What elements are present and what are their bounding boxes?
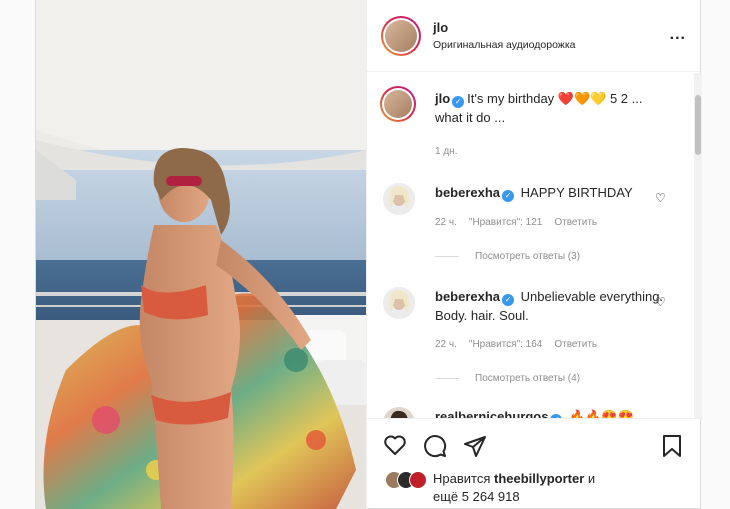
- comment-username[interactable]: realbernicehurgos: [435, 409, 548, 418]
- avatar[interactable]: [383, 287, 415, 319]
- verified-icon: ✓: [502, 294, 515, 306]
- likes-and: и: [587, 471, 596, 486]
- reply-button[interactable]: Ответить: [554, 339, 597, 350]
- caption-text: It's my birthday ❤️🧡💛 5 2 ... what it do…: [435, 91, 643, 125]
- view-replies-button[interactable]: Посмотреть ответы (4): [435, 373, 580, 384]
- comment-time: 22 ч.: [435, 217, 457, 228]
- heart-icon[interactable]: ♡: [655, 191, 666, 205]
- reply-button[interactable]: Ответить: [554, 217, 597, 228]
- comment-username[interactable]: beberexha: [435, 185, 500, 200]
- share-icon[interactable]: [463, 434, 487, 458]
- comment: realbernicehurgos✓ 🔥🔥😍😍: [383, 407, 683, 418]
- scrollbar-thumb[interactable]: [695, 95, 701, 155]
- post-video: [36, 0, 366, 509]
- heart-icon[interactable]: ♡: [655, 295, 666, 309]
- liked-by-username[interactable]: theebillyporter: [494, 471, 584, 486]
- view-replies-label: Посмотреть ответы (4): [475, 373, 581, 384]
- avatar[interactable]: [383, 407, 415, 418]
- bookmark-icon[interactable]: [661, 434, 683, 458]
- comment-text: HAPPY BIRTHDAY: [520, 185, 633, 200]
- post-author-username[interactable]: jlo: [433, 20, 575, 35]
- verified-icon: ✓: [502, 190, 515, 202]
- scrollbar[interactable]: [694, 73, 702, 418]
- comment-likes[interactable]: "Нравится": 121: [469, 217, 542, 228]
- post-media[interactable]: [36, 0, 366, 509]
- comment-icon[interactable]: [423, 434, 447, 458]
- avatar[interactable]: [409, 471, 427, 489]
- comment: beberexha ✓ Unbelievable everything. Body…: [383, 287, 683, 387]
- comment-likes[interactable]: "Нравится": 164: [469, 339, 542, 350]
- likes-count[interactable]: ещё 5 264 918: [433, 489, 520, 504]
- avatar: [384, 90, 412, 118]
- caption: jlo ✓ It's my birthday ❤️🧡💛 5 2 ... what i…: [380, 86, 683, 159]
- comment-username[interactable]: beberexha: [435, 289, 500, 304]
- view-replies-label: Посмотреть ответы (3): [475, 251, 581, 262]
- comment-time: 22 ч.: [435, 339, 457, 350]
- post-actions: [367, 418, 702, 468]
- comments-list[interactable]: jlo ✓ It's my birthday ❤️🧡💛 5 2 ... what i…: [367, 73, 702, 418]
- heart-icon[interactable]: [383, 434, 407, 456]
- likes-label: Нравится: [433, 471, 491, 486]
- audio-track-label[interactable]: Оригинальная аудиодорожка: [433, 39, 575, 51]
- story-ring[interactable]: [381, 15, 421, 56]
- avatar: [385, 19, 417, 52]
- verified-icon: ✓: [452, 96, 465, 108]
- more-icon[interactable]: ...: [670, 26, 686, 44]
- likes-summary: Нравится theebillyporter и ещё 5 264 918: [385, 470, 595, 506]
- caption-username[interactable]: jlo: [435, 91, 450, 106]
- instagram-post: jlo Оригинальная аудиодорожка ... jlo ✓ It…: [35, 0, 702, 509]
- comment: beberexha ✓ HAPPY BIRTHDAY ♡ 22 ч. "Нравит…: [383, 183, 683, 263]
- avatar[interactable]: [383, 183, 415, 215]
- caption-time: 1 дн.: [435, 146, 458, 157]
- view-replies-button[interactable]: Посмотреть ответы (3): [435, 251, 580, 262]
- story-ring[interactable]: [380, 86, 416, 122]
- comment-text: 🔥🔥😍😍: [569, 409, 634, 418]
- post-header: jlo Оригинальная аудиодорожка ...: [367, 0, 700, 72]
- post-side-panel: jlo Оригинальная аудиодорожка ... jlo ✓ It…: [366, 0, 702, 509]
